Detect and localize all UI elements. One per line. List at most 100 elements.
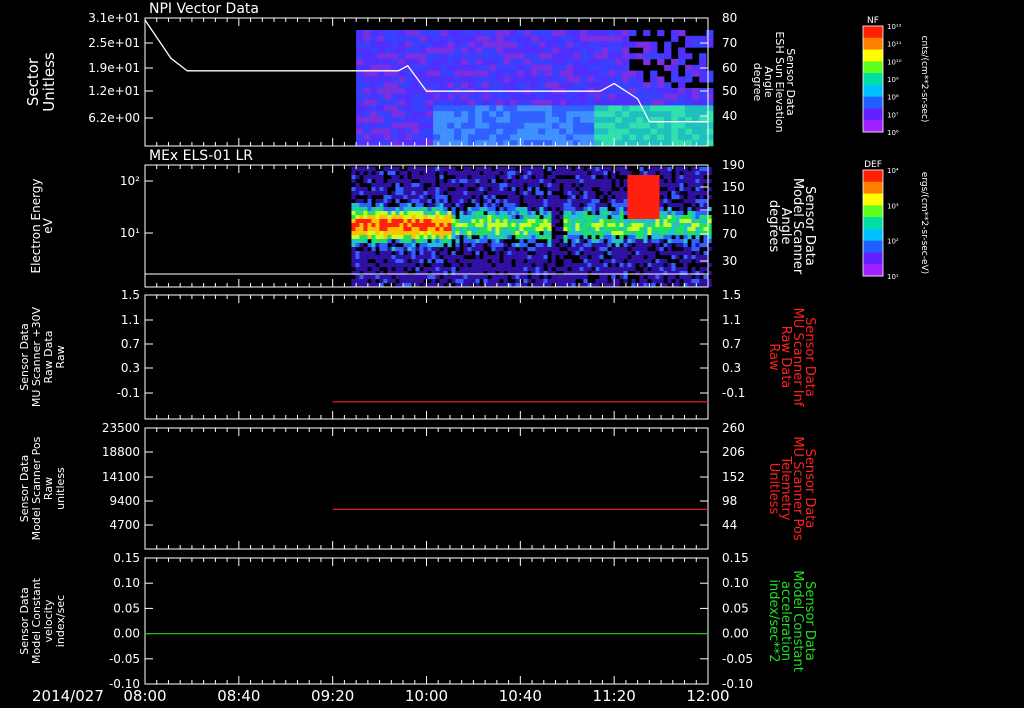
npi-heatmap-cell xyxy=(573,128,581,135)
npi-heatmap-cell xyxy=(454,64,462,71)
npi-heatmap-cell xyxy=(363,134,371,141)
els-heatmap-cell xyxy=(415,239,420,244)
els-heatmap-cell xyxy=(451,191,456,196)
npi-heatmap-cell xyxy=(412,88,420,95)
els-heatmap-cell xyxy=(487,271,492,276)
els-heatmap-cell xyxy=(539,219,544,224)
els-heatmap-cell xyxy=(687,191,692,196)
els-heatmap-cell xyxy=(479,263,484,268)
els-heatmap-cell xyxy=(403,259,408,264)
els-heatmap-cell xyxy=(367,243,372,248)
npi-heatmap-cell xyxy=(671,64,679,71)
els-heatmap-cell xyxy=(703,199,708,204)
els-heatmap-cell xyxy=(455,187,460,192)
els-heatmap-cell xyxy=(683,175,688,180)
npi-heatmap-cell xyxy=(559,70,567,77)
els-heatmap-cell xyxy=(471,275,476,280)
npi-heatmap-cell xyxy=(650,128,658,135)
els-heatmap-cell xyxy=(451,251,456,256)
els-heatmap-cell xyxy=(571,179,576,184)
npi-heatmap-cell xyxy=(594,53,602,60)
els-heatmap-cell xyxy=(531,223,536,228)
els-heatmap-cell xyxy=(415,247,420,252)
els-heatmap-cell xyxy=(403,275,408,280)
npi-heatmap-cell xyxy=(398,59,406,66)
els-heatmap-cell xyxy=(571,227,576,232)
els-heatmap-cell xyxy=(479,267,484,272)
els-heatmap-cell xyxy=(635,195,640,200)
els-heatmap-cell xyxy=(555,267,560,272)
els-heatmap-cell xyxy=(355,271,360,276)
els-heatmap-cell xyxy=(703,215,708,220)
els-heatmap-cell xyxy=(567,275,572,280)
els-heatmap-cell xyxy=(383,187,388,192)
els-heatmap-cell xyxy=(355,207,360,212)
els-heatmap-cell xyxy=(479,223,484,228)
npi-heatmap-cell xyxy=(412,134,420,141)
npi-heatmap-cell xyxy=(440,47,448,54)
npi-heatmap-cell xyxy=(398,35,406,42)
npi-heatmap-cell xyxy=(391,140,399,147)
els-heatmap-cell xyxy=(463,179,468,184)
els-heatmap-cell xyxy=(631,227,636,232)
els-heatmap-cell xyxy=(479,219,484,224)
els-heatmap-cell xyxy=(495,251,500,256)
els-heatmap-cell xyxy=(375,175,380,180)
npi-heatmap-cell xyxy=(706,70,714,77)
npi-heatmap-cell xyxy=(636,134,644,141)
npi-heatmap-cell xyxy=(426,93,434,100)
els-heatmap-cell xyxy=(603,271,608,276)
els-heatmap-cell xyxy=(475,227,480,232)
els-heatmap-cell xyxy=(511,191,516,196)
npi-heatmap-cell xyxy=(384,76,392,83)
els-heatmap-cell xyxy=(579,255,584,260)
els-heatmap-cell xyxy=(431,223,436,228)
npi-heatmap-cell xyxy=(573,35,581,42)
els-heatmap-cell xyxy=(703,167,708,172)
els-heatmap-cell xyxy=(479,187,484,192)
els-heatmap-cell xyxy=(407,255,412,260)
els-heatmap-cell xyxy=(371,239,376,244)
els-heatmap-cell xyxy=(467,271,472,276)
els-heatmap-cell xyxy=(571,215,576,220)
els-heatmap-cell xyxy=(595,227,600,232)
els-heatmap-cell xyxy=(595,167,600,172)
els-heatmap-cell xyxy=(607,179,612,184)
els-heatmap-cell xyxy=(439,239,444,244)
els-heatmap-cell xyxy=(599,271,604,276)
els-heatmap-cell xyxy=(655,207,660,212)
els-heatmap-cell xyxy=(667,187,672,192)
els-heatmap-cell xyxy=(635,179,640,184)
npi-heatmap-cell xyxy=(650,134,658,141)
npi-heatmap-cell xyxy=(629,76,637,83)
els-heatmap-cell xyxy=(695,235,700,240)
npi-heatmap-cell xyxy=(510,105,518,112)
els-heatmap-cell xyxy=(415,275,420,280)
els-heatmap-cell xyxy=(519,251,524,256)
els-heatmap-cell xyxy=(543,275,548,280)
npi-heatmap-cell xyxy=(594,70,602,77)
npi-heatmap-cell xyxy=(608,122,616,129)
panel-3-frame xyxy=(144,294,709,420)
els-heatmap-cell xyxy=(487,183,492,188)
els-heatmap-cell xyxy=(383,275,388,280)
els-heatmap-cell xyxy=(683,263,688,268)
els-heatmap-cell xyxy=(479,167,484,172)
npi-heatmap-cell xyxy=(615,140,623,147)
els-heatmap-cell xyxy=(483,179,488,184)
els-heatmap-cell xyxy=(359,251,364,256)
els-heatmap-cell xyxy=(503,171,508,176)
npi-heatmap-cell xyxy=(356,140,364,147)
npi-heatmap-cell xyxy=(461,59,469,66)
els-heatmap-cell xyxy=(623,195,628,200)
npi-heatmap-cell xyxy=(370,134,378,141)
npi-heatmap-cell xyxy=(412,122,420,129)
els-heatmap-cell xyxy=(627,215,632,220)
els-heatmap-cell xyxy=(403,223,408,228)
npi-heatmap-cell xyxy=(475,76,483,83)
els-heatmap-cell xyxy=(387,255,392,260)
els-heatmap-cell xyxy=(391,231,396,236)
npi-heatmap-cell xyxy=(615,70,623,77)
els-heatmap-cell xyxy=(515,263,520,268)
y2-axis-label: degree xyxy=(751,63,764,102)
